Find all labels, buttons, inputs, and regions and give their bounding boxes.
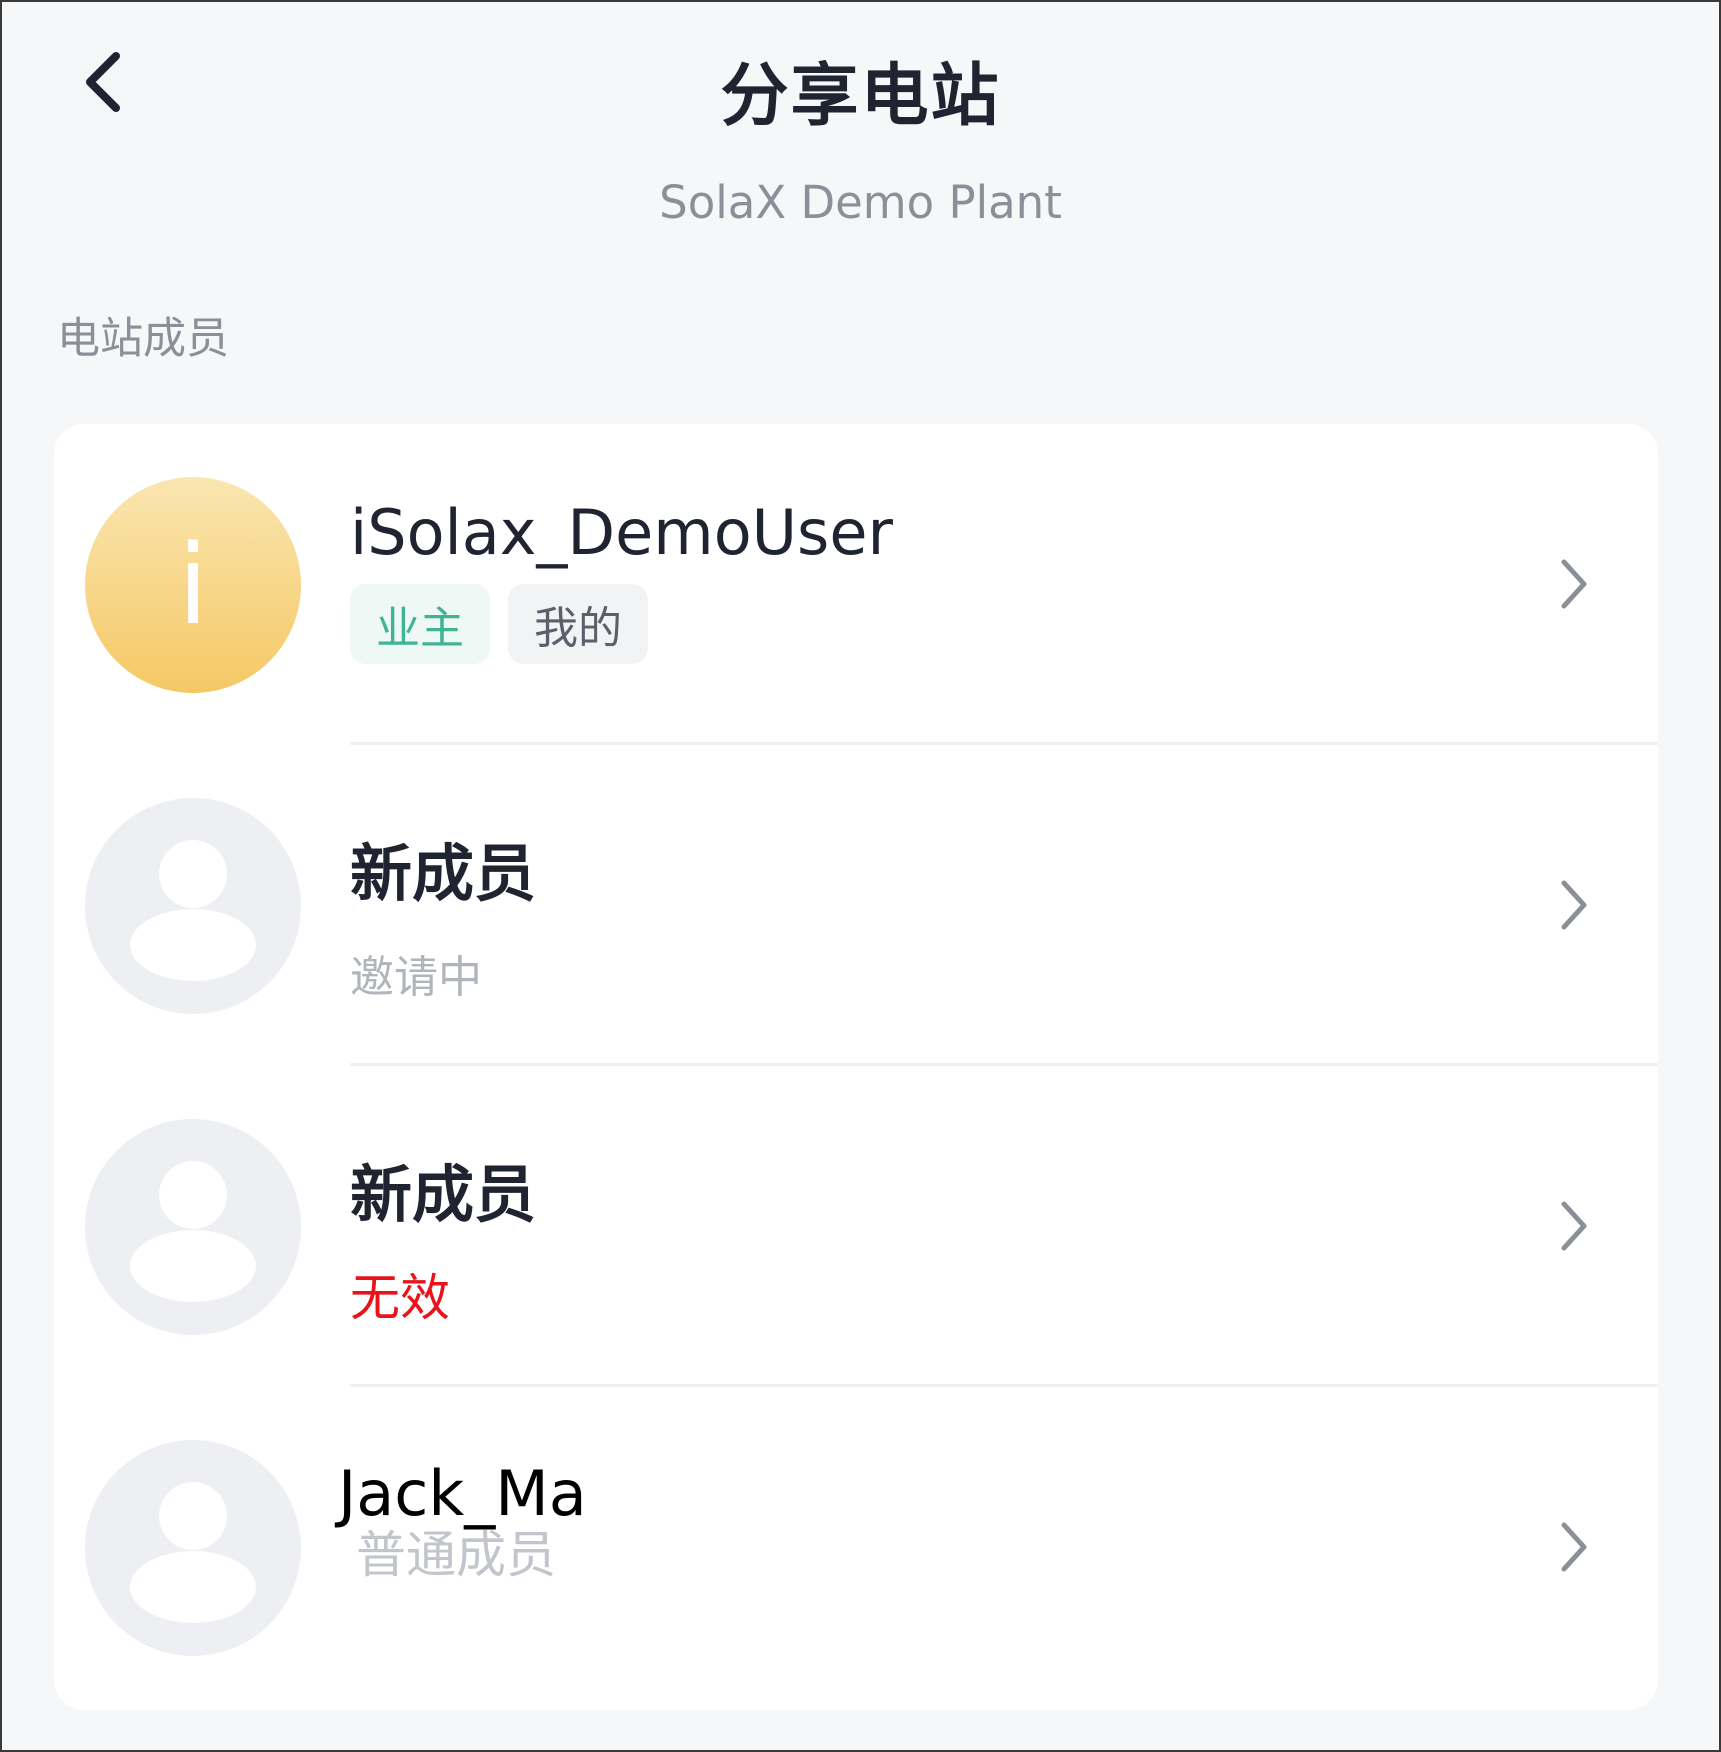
avatar: [85, 798, 301, 1014]
app-screen: 分享电站 SolaX Demo Plant 电站成员 i iSolax_Demo…: [0, 0, 1721, 1752]
avatar-initial: i: [177, 521, 209, 649]
chevron-right-icon: [1561, 1522, 1587, 1572]
chevron-right-icon: [1561, 1201, 1587, 1251]
mine-badge: 我的: [508, 584, 648, 664]
default-user-icon: [130, 1161, 256, 1302]
avatar: [85, 1119, 301, 1335]
plant-name: SolaX Demo Plant: [659, 176, 1062, 229]
default-user-icon: [130, 840, 256, 981]
avatar: [85, 1440, 301, 1656]
member-status: 邀请中: [350, 952, 482, 1003]
member-status-invalid: 无效: [350, 1269, 450, 1327]
member-row[interactable]: Jack_Ma 普通成员: [54, 1387, 1658, 1708]
default-user-icon: [130, 1482, 256, 1623]
member-role: 普通成员: [356, 1526, 556, 1584]
member-name: iSolax_DemoUser: [350, 496, 893, 569]
member-name: 新成员: [350, 837, 537, 910]
chevron-right-icon: [1561, 880, 1587, 930]
page-title: 分享电站: [720, 57, 1001, 136]
avatar: i: [85, 477, 301, 693]
member-row[interactable]: 新成员 邀请中: [54, 745, 1658, 1066]
member-name: 新成员: [350, 1158, 537, 1231]
section-label-members: 电站成员: [57, 314, 229, 364]
member-tags: 业主 我的: [350, 584, 648, 664]
owner-badge: 业主: [350, 584, 490, 664]
member-list: i iSolax_DemoUser 业主 我的 新成员 邀请中 新成员 无效 J…: [54, 424, 1658, 1710]
member-row[interactable]: 新成员 无效: [54, 1066, 1658, 1387]
chevron-right-icon: [1561, 559, 1587, 609]
member-row-owner[interactable]: i iSolax_DemoUser 业主 我的: [54, 424, 1658, 745]
